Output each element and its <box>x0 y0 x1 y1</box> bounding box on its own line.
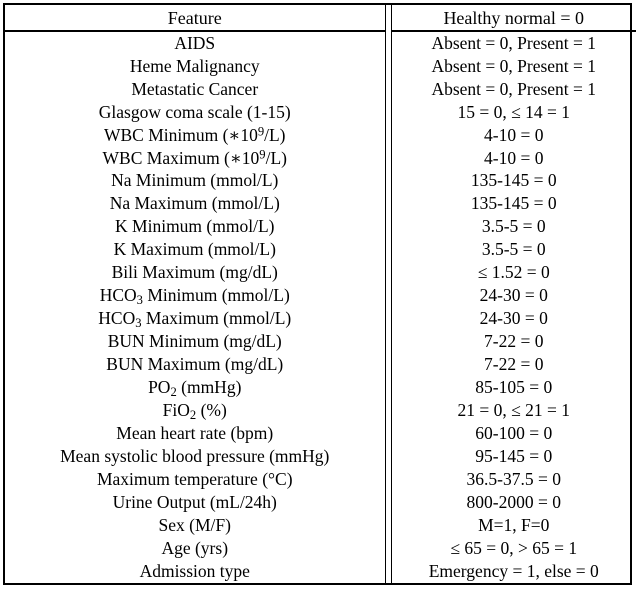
table-row: Mean systolic blood pressure (mmHg) 95-14… <box>5 445 636 469</box>
feature-encoding-cell: 7-22 = 0 <box>484 354 544 375</box>
table-row: FiO2 (%) 21 = 0, ≤ 21 = 1 <box>5 399 636 423</box>
feature-name-cell: Metastatic Cancer <box>131 78 259 99</box>
feature-name-cell: K Minimum (mmol/L) <box>115 216 275 237</box>
feature-encoding-cell: 21 = 0, ≤ 21 = 1 <box>457 400 570 420</box>
table-body: AIDS Absent = 0, Present = 1 Heme Malignan… <box>5 31 636 583</box>
table-row: Na Minimum (mmol/L) 135-145 = 0 <box>5 169 636 193</box>
table-row: AIDS Absent = 0, Present = 1 <box>5 31 636 55</box>
feature-name-cell: AIDS <box>174 32 216 53</box>
table-row: K Maximum (mmol/L) 3.5-5 = 0 <box>5 238 636 262</box>
feature-name-cell: Mean systolic blood pressure (mmHg) <box>60 445 330 466</box>
table-header-row: Feature Healthy normal = 0 <box>5 5 636 32</box>
feature-name-cell: BUN Maximum (mg/dL) <box>106 354 284 375</box>
feature-encoding-cell: 135-145 = 0 <box>470 170 557 191</box>
feature-encoding-cell: 135-145 = 0 <box>470 193 557 214</box>
table-row: WBC Minimum (∗109/L) 4-10 = 0 <box>5 123 636 147</box>
feature-name-cell: Admission type <box>139 560 250 581</box>
feature-name-cell: Maximum temperature (°C) <box>96 468 293 489</box>
feature-name-cell: Na Minimum (mmol/L) <box>111 170 279 191</box>
feature-name-cell: Sex (M/F) <box>158 514 231 535</box>
table-row: Urine Output (mL/24h) 800-2000 = 0 <box>5 491 636 515</box>
table-row: Sex (M/F) M=1, F=0 <box>5 514 636 537</box>
feature-encoding-cell: 60-100 = 0 <box>475 422 553 443</box>
table-row: BUN Minimum (mg/dL) 7-22 = 0 <box>5 330 636 354</box>
column-header-healthy-normal: Healthy normal = 0 <box>391 5 636 32</box>
table-row: PO2 (mmHg) 85-105 = 0 <box>5 376 636 400</box>
feature-name-cell: Na Maximum (mmol/L) <box>109 193 280 214</box>
table-row: Glasgow coma scale (1-15) 15 = 0, ≤ 14 = … <box>5 100 636 124</box>
feature-encoding-cell: 95-145 = 0 <box>475 445 553 466</box>
table-header: Feature Healthy normal = 0 <box>5 5 636 32</box>
table-row: Mean heart rate (bpm) 60-100 = 0 <box>5 422 636 446</box>
feature-encoding-cell: 24-30 = 0 <box>479 308 548 329</box>
table-row: Metastatic Cancer Absent = 0, Present = 1 <box>5 77 636 101</box>
feature-encoding-cell: 800-2000 = 0 <box>466 491 561 512</box>
feature-encoding-cell: Absent = 0, Present = 1 <box>431 78 597 99</box>
feature-name-cell: WBC Maximum (∗109/L) <box>102 146 287 168</box>
table-row: HCO3 Maximum (mmol/L) 24-30 = 0 <box>5 307 636 331</box>
feature-encoding-cell: 4-10 = 0 <box>484 124 544 145</box>
feature-encoding-cell: 24-30 = 0 <box>479 285 548 306</box>
table-row: WBC Maximum (∗109/L) 4-10 = 0 <box>5 146 636 170</box>
feature-encoding-cell: 15 = 0, ≤ 14 = 1 <box>457 101 570 122</box>
table-row: Maximum temperature (°C) 36.5-37.5 = 0 <box>5 468 636 492</box>
feature-name-cell: WBC Minimum (∗109/L) <box>103 123 286 145</box>
feature-encoding-cell: ≤ 65 = 0, > 65 = 1 <box>450 537 578 558</box>
table-row: K Minimum (mmol/L) 3.5-5 = 0 <box>5 215 636 239</box>
feature-name-cell: Heme Malignancy <box>129 55 260 76</box>
feature-name-cell: PO2 (mmHg) <box>148 377 242 400</box>
feature-encoding-cell: 85-105 = 0 <box>475 377 553 398</box>
feature-table-container: Feature Healthy normal = 0 AIDS Absent = … <box>3 3 636 585</box>
feature-name-cell: Age (yrs) <box>161 537 229 558</box>
feature-name-cell: BUN Minimum (mg/dL) <box>107 331 282 352</box>
feature-name-cell: HCO3 Maximum (mmol/L) <box>98 308 292 331</box>
feature-encoding-cell: M=1, F=0 <box>478 514 550 535</box>
feature-encoding-cell: Absent = 0, Present = 1 <box>431 32 597 53</box>
table-row: Admission type Emergency = 1, else = 0 <box>5 559 636 583</box>
feature-name-cell: Urine Output (mL/24h) <box>112 491 277 512</box>
column-header-feature: Feature <box>5 5 385 32</box>
feature-encoding-cell: Absent = 0, Present = 1 <box>431 55 597 76</box>
table-row: Na Maximum (mmol/L) 135-145 = 0 <box>5 192 636 216</box>
table-row: BUN Maximum (mg/dL) 7-22 = 0 <box>5 353 636 377</box>
feature-encoding-cell: 3.5-5 = 0 <box>481 216 546 237</box>
feature-encoding-cell: 4-10 = 0 <box>484 147 544 168</box>
feature-name-cell: Bili Maximum (mg/dL) <box>111 262 278 283</box>
feature-encoding-cell: ≤ 1.52 = 0 <box>477 262 550 283</box>
table-row: Age (yrs) ≤ 65 = 0, > 65 = 1 <box>5 537 636 560</box>
table-row: HCO3 Minimum (mmol/L) 24-30 = 0 <box>5 284 636 308</box>
feature-encoding-cell: Emergency = 1, else = 0 <box>428 560 599 581</box>
feature-encoding-cell: 36.5-37.5 = 0 <box>466 468 561 489</box>
feature-encoding-cell: 7-22 = 0 <box>484 331 544 352</box>
feature-name-cell: Glasgow coma scale (1-15) <box>98 101 291 122</box>
table-row: Bili Maximum (mg/dL) ≤ 1.52 = 0 <box>5 261 636 285</box>
feature-name-cell: HCO3 Minimum (mmol/L) <box>99 285 290 308</box>
feature-name-cell: Mean heart rate (bpm) <box>116 422 274 443</box>
feature-encoding-cell: 3.5-5 = 0 <box>481 239 546 260</box>
feature-name-cell: FiO2 (%) <box>162 400 227 423</box>
table-row: Heme Malignancy Absent = 0, Present = 1 <box>5 54 636 78</box>
feature-name-cell: K Maximum (mmol/L) <box>113 239 276 260</box>
feature-definition-table: Feature Healthy normal = 0 AIDS Absent = … <box>5 5 636 583</box>
